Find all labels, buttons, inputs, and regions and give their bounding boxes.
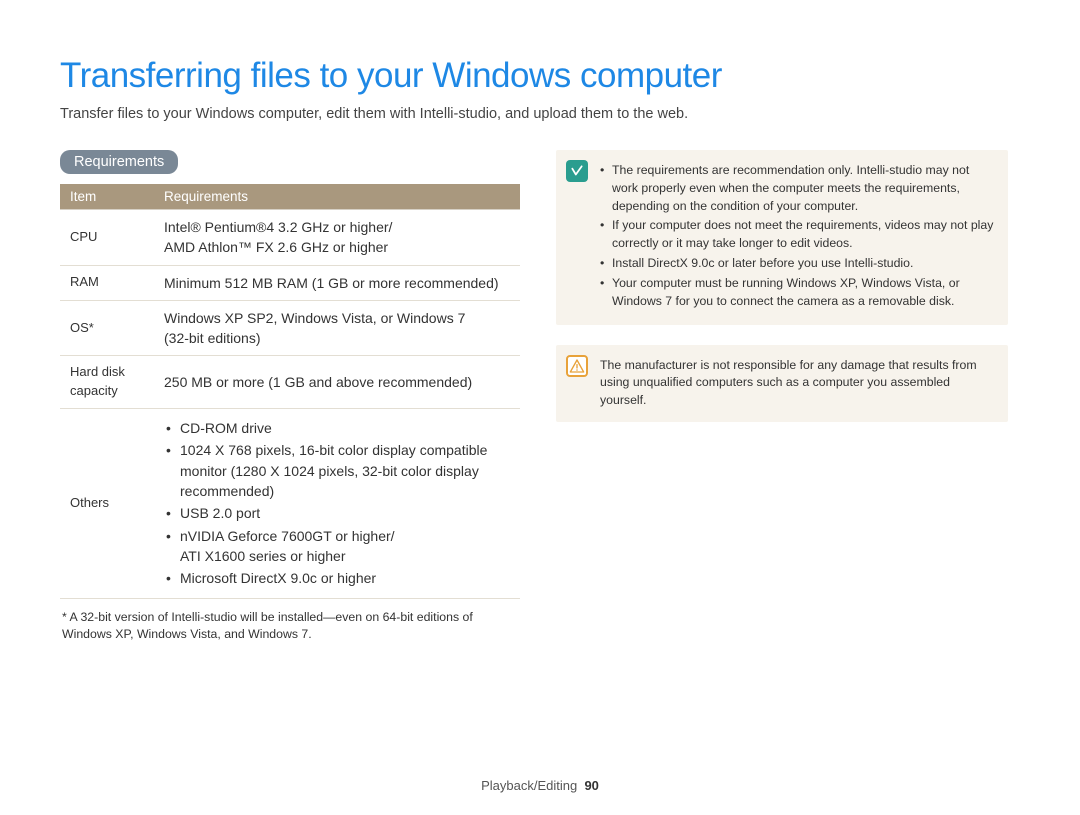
cell-os-label: OS*	[60, 300, 154, 356]
list-item: 1024 X 768 pixels, 16-bit color display …	[164, 440, 510, 501]
table-header-row: Item Requirements	[60, 184, 520, 210]
list-item: Your computer must be running Windows XP…	[600, 275, 994, 311]
table-row: RAM Minimum 512 MB RAM (1 GB or more rec…	[60, 265, 520, 300]
table-row: CPU Intel® Pentium®4 3.2 GHz or higher/ …	[60, 210, 520, 266]
list-item: If your computer does not meet the requi…	[600, 217, 994, 253]
cell-cpu-label: CPU	[60, 210, 154, 266]
header-item: Item	[60, 184, 154, 210]
list-item: CD-ROM drive	[164, 418, 510, 438]
cell-ram-label: RAM	[60, 265, 154, 300]
footnote-text: * A 32-bit version of Intelli-studio wil…	[60, 609, 520, 645]
right-column: The requirements are recommendation only…	[556, 150, 1008, 644]
cell-cpu-value: Intel® Pentium®4 3.2 GHz or higher/ AMD …	[154, 210, 520, 266]
intro-text: Transfer files to your Windows computer,…	[60, 106, 1020, 122]
list-item: Install DirectX 9.0c or later before you…	[600, 255, 994, 273]
warning-text: The manufacturer is not responsible for …	[600, 357, 994, 410]
header-requirements: Requirements	[154, 184, 520, 210]
cell-others-value: CD-ROM drive 1024 X 768 pixels, 16-bit c…	[154, 409, 520, 598]
table-row: Others CD-ROM drive 1024 X 768 pixels, 1…	[60, 409, 520, 598]
content-columns: Requirements Item Requirements CPU Intel…	[60, 150, 1020, 644]
footer-page-number: 90	[584, 778, 598, 793]
footer-section: Playback/Editing	[481, 778, 577, 793]
requirements-heading: Requirements	[60, 150, 178, 174]
others-list: CD-ROM drive 1024 X 768 pixels, 16-bit c…	[164, 418, 510, 588]
page-footer: Playback/Editing 90	[0, 778, 1080, 793]
requirements-table: Item Requirements CPU Intel® Pentium®4 3…	[60, 184, 520, 599]
list-item: nVIDIA Geforce 7600GT or higher/ ATI X16…	[164, 526, 510, 567]
cell-hdd-label: Hard disk capacity	[60, 356, 154, 409]
list-item: Microsoft DirectX 9.0c or higher	[164, 568, 510, 588]
list-item: The requirements are recommendation only…	[600, 162, 994, 215]
page-title: Transferring files to your Windows compu…	[60, 56, 1020, 96]
table-row: Hard disk capacity 250 MB or more (1 GB …	[60, 356, 520, 409]
cell-hdd-value: 250 MB or more (1 GB and above recommend…	[154, 356, 520, 409]
cell-others-label: Others	[60, 409, 154, 598]
warning-icon	[566, 355, 588, 377]
info-note-box: The requirements are recommendation only…	[556, 150, 1008, 325]
table-row: OS* Windows XP SP2, Windows Vista, or Wi…	[60, 300, 520, 356]
cell-ram-value: Minimum 512 MB RAM (1 GB or more recomme…	[154, 265, 520, 300]
info-icon	[566, 160, 588, 182]
list-item: USB 2.0 port	[164, 503, 510, 523]
left-column: Requirements Item Requirements CPU Intel…	[60, 150, 520, 644]
info-note-list: The requirements are recommendation only…	[600, 162, 994, 311]
warning-note-box: The manufacturer is not responsible for …	[556, 345, 1008, 422]
cell-os-value: Windows XP SP2, Windows Vista, or Window…	[154, 300, 520, 356]
